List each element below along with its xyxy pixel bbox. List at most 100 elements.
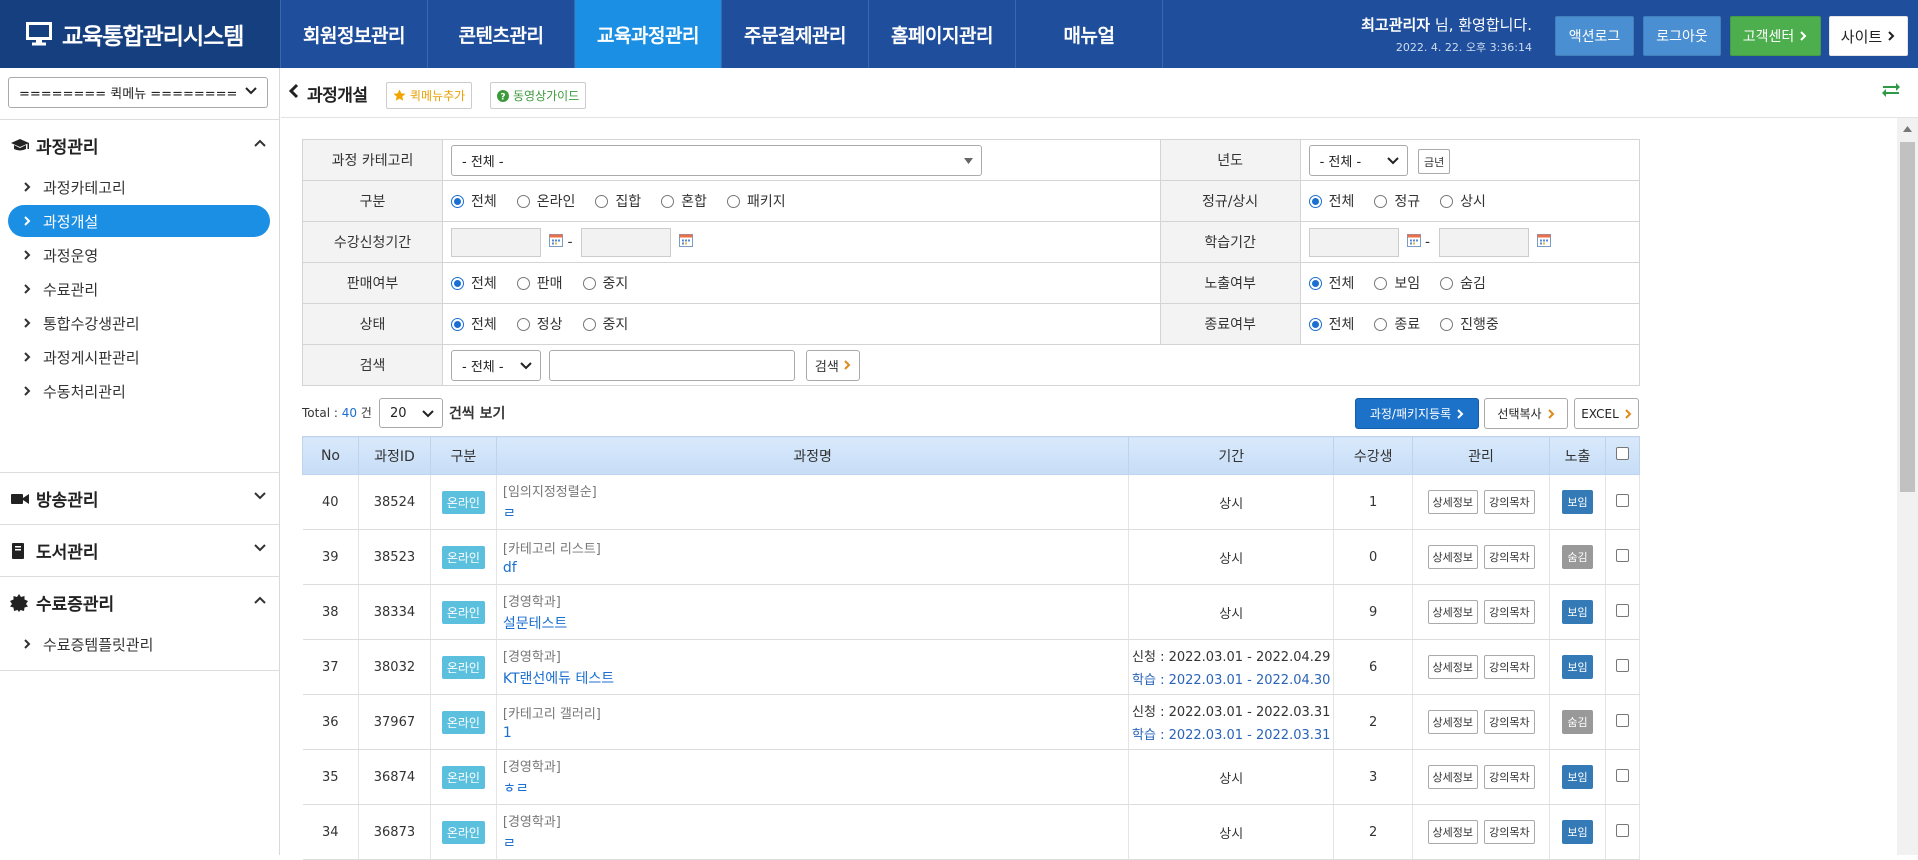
keyword-input[interactable] (549, 349, 796, 381)
lecture-list-button[interactable]: 강의목차 (1484, 655, 1535, 679)
detail-button[interactable]: 상세정보 (1427, 545, 1478, 569)
row-checkbox[interactable] (1615, 603, 1629, 617)
quick-menu-select[interactable]: ======== 퀵메뉴 ======== (8, 77, 268, 108)
col-visible[interactable]: 노출 (1549, 436, 1606, 475)
visibility-badge[interactable]: 보임 (1562, 600, 1593, 624)
col-no[interactable]: No (302, 436, 359, 475)
course-title-link[interactable]: 설문테스트 (503, 613, 1128, 633)
quick-menu-add-button[interactable]: 퀵메뉴추가 (386, 82, 473, 109)
type-radio-online[interactable]: 온라인 (516, 191, 575, 211)
visibility-badge[interactable]: 보임 (1562, 490, 1593, 514)
row-checkbox[interactable] (1615, 713, 1629, 727)
row-checkbox[interactable] (1615, 658, 1629, 672)
course-title-link[interactable]: KT랜선에듀 테스트 (503, 668, 1128, 688)
section-broadcast-header[interactable]: 방송관리 (0, 473, 280, 524)
status-radio-normal[interactable]: 정상 (516, 314, 563, 334)
end-radio-ongoing[interactable]: 진행중 (1440, 314, 1499, 334)
study-end-input[interactable] (1438, 227, 1529, 257)
vertical-scrollbar[interactable] (1897, 118, 1918, 855)
display-radio-hide[interactable]: 숨김 (1440, 273, 1486, 293)
refresh-icon[interactable] (1880, 82, 1902, 98)
course-title-link[interactable]: df (503, 560, 1128, 576)
lecture-list-button[interactable]: 강의목차 (1484, 490, 1535, 514)
sidebar-item-cert-template[interactable]: 수료증템플릿관리 (8, 628, 270, 660)
regular-radio-all[interactable]: 전체 (1308, 191, 1354, 211)
category-select[interactable]: - 전체 - (451, 144, 982, 176)
lecture-list-button[interactable]: 강의목차 (1484, 820, 1535, 844)
logout-button[interactable]: 로그아웃 (1643, 16, 1721, 56)
display-radio-all[interactable]: 전체 (1308, 273, 1354, 293)
lecture-list-button[interactable]: 강의목차 (1484, 600, 1535, 624)
register-course-button[interactable]: 과정/패키지등록 (1355, 398, 1479, 429)
sale-radio-stop[interactable]: 중지 (582, 273, 628, 293)
lecture-list-button[interactable]: 강의목차 (1484, 545, 1535, 569)
visibility-badge[interactable]: 보임 (1562, 765, 1593, 789)
display-radio-show[interactable]: 보임 (1374, 273, 1420, 293)
app-logo[interactable]: 교육통합관리시스템 (0, 0, 280, 68)
end-radio-ended[interactable]: 종료 (1374, 314, 1420, 334)
nav-manual[interactable]: 매뉴얼 (1015, 0, 1163, 68)
this-year-button[interactable]: 금년 (1418, 149, 1451, 174)
detail-button[interactable]: 상세정보 (1427, 490, 1478, 514)
sale-radio-all[interactable]: 전체 (451, 273, 497, 293)
col-course-name[interactable]: 과정명 (495, 436, 1130, 475)
sidebar-item-board[interactable]: 과정게시판관리 (8, 341, 270, 373)
nav-member[interactable]: 회원정보관리 (280, 0, 427, 68)
course-title-link[interactable]: ㅎㄹ (503, 778, 1128, 798)
scroll-up-icon[interactable] (1903, 126, 1912, 132)
select-all-checkbox[interactable] (1615, 447, 1629, 460)
course-title-link[interactable]: 1 (503, 725, 1128, 741)
search-button[interactable]: 검색 (805, 349, 860, 381)
calendar-icon[interactable] (1537, 233, 1551, 251)
visibility-badge[interactable]: 보임 (1562, 655, 1593, 679)
sidebar-item-completion[interactable]: 수료관리 (8, 273, 270, 305)
col-period[interactable]: 기간 (1128, 436, 1335, 475)
nav-content[interactable]: 콘텐츠관리 (427, 0, 574, 68)
chevron-left-icon[interactable] (289, 83, 299, 99)
row-checkbox[interactable] (1615, 493, 1629, 507)
type-radio-all[interactable]: 전체 (451, 191, 497, 211)
lecture-list-button[interactable]: 강의목차 (1484, 765, 1535, 789)
type-radio-offline[interactable]: 집합 (595, 191, 641, 211)
row-checkbox[interactable] (1615, 823, 1629, 837)
sidebar-item-students[interactable]: 통합수강생관리 (8, 307, 270, 339)
col-select-all[interactable] (1604, 436, 1641, 475)
col-course-id[interactable]: 과정ID (357, 436, 431, 475)
regular-radio-always[interactable]: 상시 (1440, 191, 1486, 211)
site-button[interactable]: 사이트 (1829, 16, 1908, 56)
sale-radio-on[interactable]: 판매 (516, 273, 563, 293)
study-start-input[interactable] (1308, 227, 1399, 257)
keyword-field-select[interactable]: - 전체 - (451, 349, 541, 381)
visibility-badge[interactable]: 보임 (1562, 820, 1593, 844)
copy-selected-button[interactable]: 선택복사 (1484, 398, 1568, 429)
per-page-select[interactable]: 20 (379, 398, 443, 428)
excel-button[interactable]: EXCEL (1574, 398, 1639, 429)
apply-end-input[interactable] (580, 227, 671, 257)
type-radio-blended[interactable]: 혼합 (661, 191, 707, 211)
customer-center-button[interactable]: 고객센터 (1730, 16, 1821, 56)
status-radio-stop[interactable]: 중지 (582, 314, 628, 334)
section-certificate-header[interactable]: 수료증관리 (0, 577, 280, 628)
type-radio-package[interactable]: 패키지 (726, 191, 786, 211)
regular-radio-regular[interactable]: 정규 (1374, 191, 1420, 211)
course-title-link[interactable]: ㄹ (503, 833, 1128, 853)
col-type[interactable]: 구분 (429, 436, 497, 475)
detail-button[interactable]: 상세정보 (1427, 820, 1478, 844)
year-select[interactable]: - 전체 - (1308, 144, 1408, 176)
section-course-header[interactable]: 과정관리 (0, 120, 280, 171)
calendar-icon[interactable] (549, 233, 564, 251)
action-log-button[interactable]: 액션로그 (1555, 16, 1634, 56)
detail-button[interactable]: 상세정보 (1427, 600, 1478, 624)
detail-button[interactable]: 상세정보 (1427, 765, 1478, 789)
row-checkbox[interactable] (1615, 548, 1629, 562)
video-guide-button[interactable]: ? 동영상가이드 (490, 82, 587, 109)
scrollbar-thumb[interactable] (1900, 142, 1915, 492)
lecture-list-button[interactable]: 강의목차 (1484, 710, 1535, 734)
calendar-icon[interactable] (679, 233, 694, 251)
section-book-header[interactable]: 도서관리 (0, 525, 280, 576)
visibility-badge[interactable]: 숨김 (1562, 545, 1593, 569)
sidebar-item-course-operation[interactable]: 과정운영 (8, 239, 270, 271)
visibility-badge[interactable]: 숨김 (1562, 710, 1593, 734)
calendar-icon[interactable] (1407, 233, 1422, 251)
detail-button[interactable]: 상세정보 (1427, 655, 1478, 679)
